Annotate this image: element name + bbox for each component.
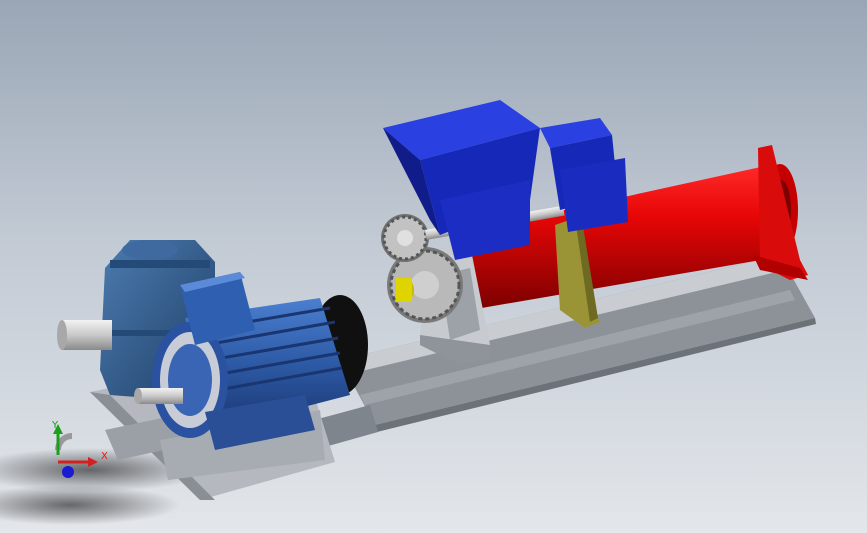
z-axis-arrow (62, 466, 74, 478)
assembly-canvas[interactable]: Y X (0, 0, 867, 533)
input-shaft-yellow[interactable] (396, 278, 414, 302)
gearbox-output-shaft[interactable] (57, 320, 112, 350)
drive-gear-small[interactable] (381, 214, 429, 262)
x-axis-label: X (101, 451, 108, 462)
motor-shaft[interactable] (134, 388, 183, 404)
model-viewport[interactable]: Y X (0, 0, 867, 533)
y-axis-label: Y (51, 420, 59, 431)
ground-shadow (0, 485, 180, 525)
